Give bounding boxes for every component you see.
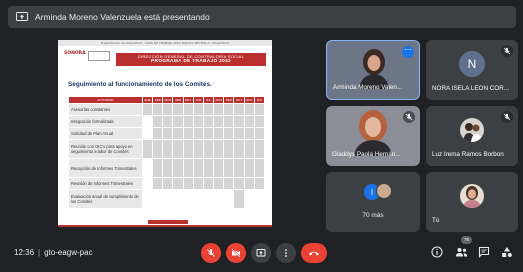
- table-row: Integración formalizada: [68, 115, 266, 128]
- people-count-badge: 76: [461, 236, 472, 244]
- presenting-text: Arminda Moreno Valenzuela está presentan…: [35, 12, 210, 22]
- activity-cell: Recepción de Informes Trimestrales: [68, 158, 143, 178]
- leave-call-button[interactable]: [301, 243, 327, 263]
- participant-tile[interactable]: N NORA ISELA LEON COR...: [426, 40, 518, 100]
- people-icon: [455, 248, 467, 257]
- table-header-cell: OCT: [233, 96, 245, 104]
- avatar: [376, 183, 392, 199]
- table-header-cell: JUL: [202, 96, 215, 104]
- people-button[interactable]: [454, 245, 468, 259]
- participant-name: Luz Irema Ramos Borbon: [432, 151, 504, 158]
- more-options-icon[interactable]: ⋯: [402, 46, 414, 58]
- table-header-cell: FEB: [152, 96, 164, 104]
- table-row: Evaluación anual de cumplimiento de los …: [68, 189, 266, 209]
- clock-time: 12:36: [14, 248, 35, 257]
- others-count: 70 más: [362, 212, 384, 219]
- present-now-button[interactable]: [251, 243, 271, 263]
- presenting-banner: Arminda Moreno Valenzuela está presentan…: [8, 6, 516, 28]
- chat-icon: [478, 246, 490, 258]
- activities-button[interactable]: [500, 245, 514, 259]
- table-header-cell: ACTIVIDAD: [68, 96, 143, 104]
- participant-tile[interactable]: Luz Irema Ramos Borbon: [426, 106, 518, 166]
- meet-screen: Arminda Moreno Valenzuela está presentan…: [0, 0, 523, 272]
- meeting-code: gto-eagw-pac: [44, 248, 93, 257]
- mic-toggle-button[interactable]: [201, 243, 221, 263]
- mic-off-icon: [501, 111, 513, 123]
- more-options-button[interactable]: [276, 243, 296, 263]
- present-screen-icon: [256, 249, 266, 257]
- activity-cell: Solicitud de Plan Anual: [68, 127, 143, 140]
- table-header-cell: NOV: [243, 96, 255, 104]
- table-header-cell: JUN: [192, 96, 204, 104]
- table-header-cell: ENE: [141, 96, 154, 104]
- activity-cell: Reunión con OIC's para apoyo en seguimie…: [68, 139, 143, 159]
- table-header-cell: DIC: [253, 96, 266, 104]
- participant-tile[interactable]: Gladdys Paola Hernán...: [326, 106, 420, 166]
- table-header-cell: SEP: [223, 96, 235, 104]
- table-row: Asesorías constantes: [68, 103, 266, 116]
- table-header-cell: MAR: [162, 96, 174, 104]
- participant-name: NORA ISELA LEON COR...: [432, 85, 509, 92]
- shared-presentation: Presentación de PowerPoint - GUÍA DE TRA…: [58, 40, 272, 227]
- chat-button[interactable]: [477, 245, 491, 259]
- activity-cell: Asesorías constantes: [68, 103, 143, 116]
- participant-name: Arminda Moreno Valen...: [333, 84, 403, 91]
- slide-header: SONORA DIRECCIÓN GENERAL DE CONTRALORÍA …: [58, 46, 272, 68]
- secondary-logo: [88, 51, 110, 61]
- participant-tile-presenter[interactable]: ⋯ Arminda Moreno Valen...: [326, 40, 420, 100]
- end-call-icon: [309, 251, 319, 256]
- avatar: [460, 118, 484, 142]
- camera-off-icon: [231, 248, 241, 258]
- activities-icon: [502, 247, 512, 257]
- participant-name: Tú: [432, 217, 440, 224]
- work-plan-table: ACTIVIDAD ENE FEB MAR ABR MAY JUN JUL AG…: [68, 96, 266, 209]
- table-header-cell: ABR: [172, 96, 184, 104]
- activity-cell: Integración formalizada: [68, 115, 143, 128]
- bottom-toolbar: 12:36 | gto-eagw-pac: [0, 238, 523, 272]
- meeting-info: 12:36 | gto-eagw-pac: [14, 248, 93, 257]
- mic-off-icon: [403, 111, 415, 123]
- activity-cell: Evaluación anual de cumplimiento de los …: [68, 189, 143, 209]
- table-header-row: ACTIVIDAD ENE FEB MAR ABR MAY JUN JUL AG…: [68, 96, 266, 104]
- table-header-cell: MAY: [182, 96, 194, 104]
- camera-toggle-button[interactable]: [226, 243, 246, 263]
- ribbon-line2: PROGRAMA DE TRABAJO 2022: [150, 59, 232, 64]
- activity-cell: Revisión de Informes Trimestrales: [68, 177, 143, 190]
- mic-off-icon: [207, 249, 215, 257]
- table-row: Revisión de Informes Trimestrales: [68, 177, 266, 190]
- participant-video: [348, 106, 398, 156]
- slide-footer: [58, 217, 272, 227]
- meeting-details-button[interactable]: [430, 245, 444, 259]
- info-icon: [431, 246, 443, 258]
- participant-video: [359, 49, 389, 89]
- table-header-cell: AGO: [213, 96, 225, 104]
- slide-section-title: Seguimiento al funcionamiento de los Com…: [68, 81, 212, 88]
- mic-off-icon: [501, 45, 513, 57]
- table-row: Solicitud de Plan Anual: [68, 127, 266, 140]
- present-screen-icon: [14, 11, 30, 23]
- table-row: Recepción de Informes Trimestrales: [68, 158, 266, 178]
- sonora-logo: SONORA: [64, 51, 86, 56]
- self-tile[interactable]: Tú: [426, 172, 518, 232]
- avatar: [460, 184, 484, 208]
- more-vert-icon: [285, 249, 287, 257]
- participant-name: Gladdys Paola Hernán...: [332, 151, 401, 158]
- slide-ribbon: DIRECCIÓN GENERAL DE CONTRALORÍA SOCIAL …: [116, 53, 266, 66]
- others-tile[interactable]: I 70 más: [326, 172, 420, 232]
- table-row: Reunión con OIC's para apoyo en seguimie…: [68, 139, 266, 159]
- avatar: N: [459, 51, 485, 77]
